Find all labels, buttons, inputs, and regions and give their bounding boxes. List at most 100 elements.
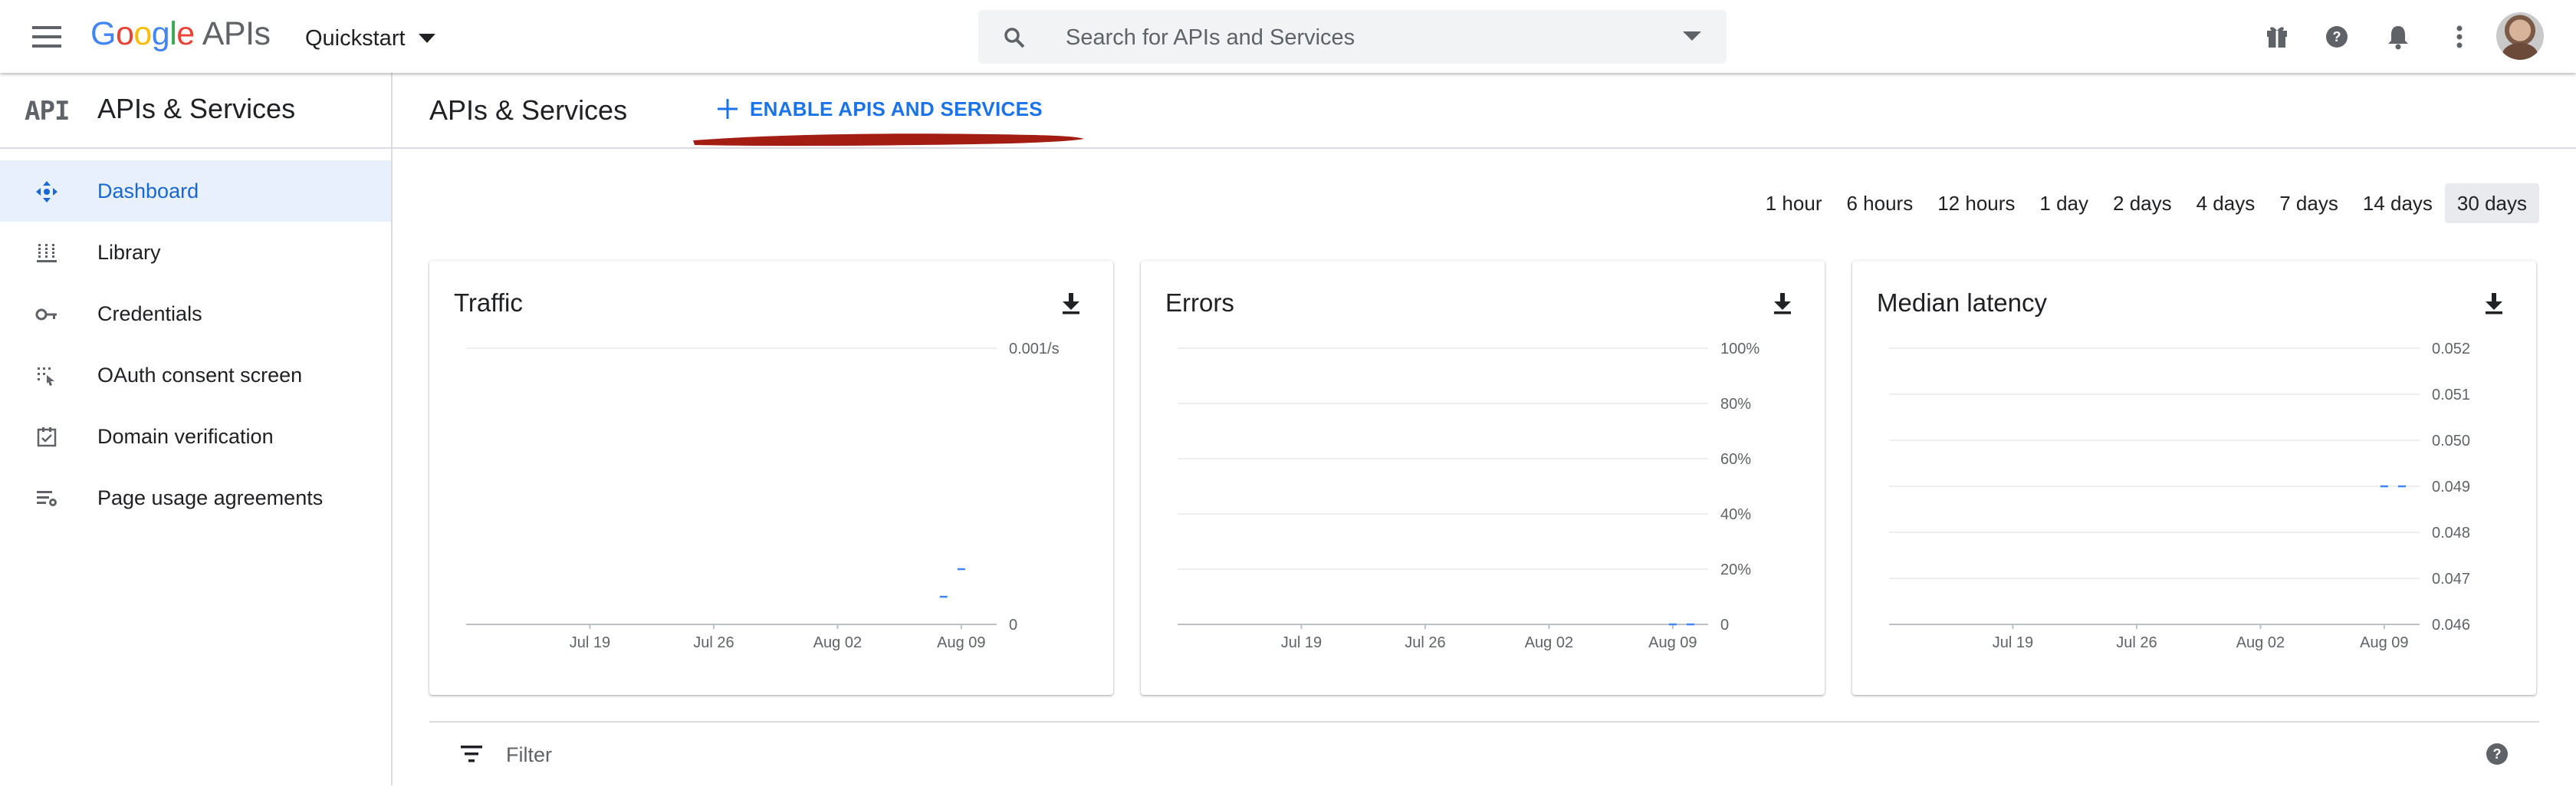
project-selector[interactable]: Quickstart	[305, 23, 436, 54]
time-range-option[interactable]: 1 day	[2027, 183, 2101, 223]
help-icon[interactable]: ?	[2320, 20, 2354, 54]
sidebar-item-page-usage-agreements[interactable]: Page usage agreements	[0, 467, 391, 529]
dashboard-icon	[35, 180, 58, 203]
errors-card: Errors 100% 80% 60% 40% 20% 0 Jul 19 Jul 26 Aug …	[1141, 261, 1825, 695]
enable-apis-button[interactable]: ENABLE APIS AND SERVICES	[716, 90, 1043, 128]
y-tick-label: 0.046	[2432, 617, 2470, 634]
sidebar-item-credentials[interactable]: Credentials	[0, 283, 391, 344]
time-range-option[interactable]: 6 hours	[1834, 183, 1925, 223]
y-tick-label: 0.049	[2432, 479, 2470, 496]
time-range-option[interactable]: 30 days	[2444, 183, 2539, 223]
verified-checkbox-icon	[35, 426, 58, 449]
y-tick-label: 80%	[1720, 396, 1751, 413]
sidebar-item-label: Library	[97, 240, 161, 264]
logo-letter: o	[133, 15, 152, 52]
plus-icon	[718, 99, 738, 119]
time-range-option[interactable]: 7 days	[2267, 183, 2351, 223]
logo-letter: l	[169, 15, 177, 52]
main-menu-icon[interactable]	[31, 21, 64, 52]
x-tick-label: Aug 02	[813, 634, 862, 651]
y-tick-label: 0.052	[2432, 341, 2470, 357]
sidebar-item-oauth-consent-screen[interactable]: OAuth consent screen	[0, 344, 391, 406]
library-icon	[35, 242, 58, 265]
x-tick-label: Jul 26	[693, 634, 734, 651]
account-avatar[interactable]	[2496, 12, 2544, 60]
logo-letter: G	[90, 15, 116, 52]
sidebar-item-label: Credentials	[97, 301, 202, 325]
api-logo-icon: API	[25, 96, 70, 127]
project-name: Quickstart	[305, 25, 406, 51]
search-dropdown-icon[interactable]	[1682, 31, 1702, 41]
google-apis-logo[interactable]: Google APIs	[90, 15, 271, 57]
time-range-option[interactable]: 14 days	[2351, 183, 2445, 223]
red-underline-annotation	[693, 133, 1084, 147]
y-tick-label: 0.048	[2432, 525, 2470, 542]
y-tick-label: 60%	[1720, 451, 1751, 468]
y-tick-label: 0	[1009, 617, 1017, 634]
filter-icon	[461, 746, 482, 762]
enable-apis-label: ENABLE APIS AND SERVICES	[750, 97, 1043, 120]
y-tick-label: 0.050	[2432, 433, 2470, 449]
x-tick-label: Aug 02	[1525, 634, 1573, 651]
time-range-option[interactable]: 4 days	[2184, 183, 2268, 223]
errors-chart: 100% 80% 60% 40% 20% 0 Jul 19 Jul 26 Aug 02 Aug 0…	[1178, 341, 1760, 651]
y-tick-label: 0	[1720, 617, 1729, 634]
x-tick-label: Aug 09	[937, 634, 985, 651]
search-bar[interactable]	[978, 10, 1727, 64]
time-range-option[interactable]: 1 hour	[1753, 183, 1835, 223]
filter-input[interactable]	[504, 738, 891, 772]
y-tick-label: 40%	[1720, 506, 1751, 523]
logo-letter: e	[176, 15, 195, 52]
settings-list-icon	[35, 487, 58, 510]
sidebar: API APIs & Services Dashboard Library Cred…	[0, 73, 393, 785]
time-range-option[interactable]: 2 days	[2101, 183, 2184, 223]
sidebar-title: APIs & Services	[97, 93, 296, 124]
time-range-selector: 1 hour 6 hours 12 hours 1 day 2 days 4 days 7 …	[1753, 183, 2539, 223]
sidebar-item-library[interactable]: Library	[0, 222, 391, 283]
gift-icon[interactable]	[2260, 20, 2294, 54]
logo-letter: o	[115, 15, 134, 52]
sidebar-item-domain-verification[interactable]: Domain verification	[0, 406, 391, 467]
x-tick-label: Jul 26	[2116, 634, 2157, 651]
filter-bar: ?	[429, 721, 2539, 787]
y-tick-label: 20%	[1720, 561, 1751, 578]
y-tick-label: 100%	[1720, 341, 1760, 357]
consent-icon	[35, 364, 58, 387]
google-wordmark: Google	[90, 15, 195, 53]
y-tick-label: 0.001/s	[1009, 341, 1060, 357]
x-tick-label: Jul 19	[1281, 634, 1322, 651]
x-tick-label: Jul 19	[1993, 634, 2033, 651]
svg-text:?: ?	[2493, 746, 2502, 762]
page-header: APIs & Services ENABLE APIS AND SERVICES	[393, 73, 2576, 149]
time-range-option[interactable]: 12 hours	[1925, 183, 2027, 223]
traffic-chart: 0.001/s 0 Jul 19 Jul 26 Aug 02 Aug 09	[466, 341, 1060, 651]
sidebar-header: API APIs & Services	[0, 73, 391, 149]
svg-text:?: ?	[2333, 29, 2341, 44]
key-icon	[35, 303, 58, 326]
sidebar-item-label: Dashboard	[97, 179, 199, 203]
x-tick-label: Jul 19	[570, 634, 610, 651]
help-icon[interactable]: ?	[2484, 741, 2510, 767]
more-vert-icon[interactable]	[2443, 20, 2476, 54]
sidebar-item-label: Domain verification	[97, 424, 274, 448]
sidebar-item-dashboard[interactable]: Dashboard	[0, 160, 391, 222]
latency-chart: 0.052 0.051 0.050 0.049 0.048 0.047 0.046 Jul 1…	[1889, 341, 2470, 651]
sidebar-nav: Dashboard Library Credentials OAuth consent…	[0, 160, 391, 529]
x-tick-label: Aug 02	[2236, 634, 2285, 651]
x-tick-label: Jul 26	[1405, 634, 1445, 651]
top-app-bar: Google APIs Quickstart ?	[0, 0, 2576, 73]
caret-down-icon	[418, 34, 435, 43]
x-tick-label: Aug 09	[2360, 634, 2408, 651]
traffic-card: Traffic 0.001/s 0 Jul 19 Jul 26 Aug 02 Aug 09	[429, 261, 1113, 695]
page-title: APIs & Services	[429, 94, 628, 126]
search-input[interactable]	[1064, 19, 1635, 56]
search-icon	[1004, 28, 1025, 48]
y-tick-label: 0.051	[2432, 387, 2470, 403]
y-tick-label: 0.047	[2432, 571, 2470, 588]
x-tick-label: Aug 09	[1648, 634, 1697, 651]
logo-suffix: APIs	[202, 15, 271, 52]
notifications-icon[interactable]	[2381, 20, 2415, 54]
sidebar-item-label: OAuth consent screen	[97, 363, 303, 387]
sidebar-item-label: Page usage agreements	[97, 486, 324, 509]
latency-card: Median latency 0.052 0.051 0.050 0.049 0.048…	[1852, 261, 2536, 695]
